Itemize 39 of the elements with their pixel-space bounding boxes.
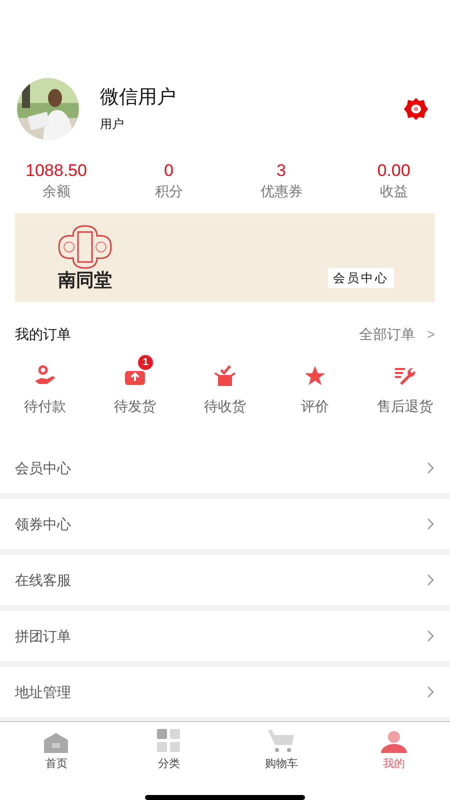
tab-item[interactable]: 首页 bbox=[0, 729, 112, 772]
user-name: 微信用户 bbox=[100, 86, 176, 110]
settings-icon[interactable] bbox=[404, 98, 428, 120]
chevron-icon bbox=[427, 686, 435, 698]
user-role: 用户 bbox=[100, 116, 125, 133]
stat-label: 优惠券 bbox=[260, 182, 302, 200]
stat-label: 余额 bbox=[42, 182, 70, 200]
chevron-icon bbox=[427, 518, 435, 530]
stat-label: 积分 bbox=[154, 182, 183, 200]
person-icon bbox=[380, 731, 407, 753]
banner-caption: 会员中心 bbox=[328, 268, 394, 288]
stat-value: 0.00 bbox=[377, 160, 410, 182]
tab-item[interactable]: 购物车 bbox=[225, 729, 338, 772]
all-orders-link[interactable]: 全部订单 > bbox=[358, 324, 435, 344]
stat-label: 收益 bbox=[380, 182, 408, 200]
chevron-icon bbox=[427, 630, 435, 642]
stat-value: 1088.50 bbox=[26, 160, 87, 182]
order-status-button[interactable]: 售后退货 bbox=[360, 354, 450, 429]
seal-icon bbox=[57, 224, 113, 270]
box-check-icon bbox=[213, 365, 237, 387]
chevron-icon bbox=[427, 462, 435, 474]
tab-item[interactable]: 分类 bbox=[112, 729, 225, 772]
home-icon bbox=[43, 733, 70, 753]
brand-name: 南同堂 bbox=[58, 270, 112, 292]
order-status-button[interactable]: 待收货 bbox=[180, 354, 270, 429]
wrench-list-icon bbox=[393, 365, 417, 387]
membership-banner[interactable]: 南同堂 会员中心 bbox=[15, 213, 435, 302]
order-status-button[interactable]: 1 待发货 bbox=[90, 354, 180, 429]
star-icon bbox=[303, 365, 327, 387]
hand-coin-icon bbox=[33, 365, 57, 387]
stat-value: 0 bbox=[164, 160, 174, 182]
order-status-button[interactable]: 待付款 bbox=[0, 354, 90, 429]
count-badge: 1 bbox=[138, 355, 153, 370]
order-status-button[interactable]: 评价 bbox=[270, 354, 360, 429]
grid-icon bbox=[156, 729, 181, 753]
chevron-icon bbox=[427, 574, 435, 586]
orders-title: 我的订单 bbox=[15, 324, 71, 344]
stat-value: 3 bbox=[276, 160, 286, 182]
cart-icon bbox=[267, 729, 296, 753]
